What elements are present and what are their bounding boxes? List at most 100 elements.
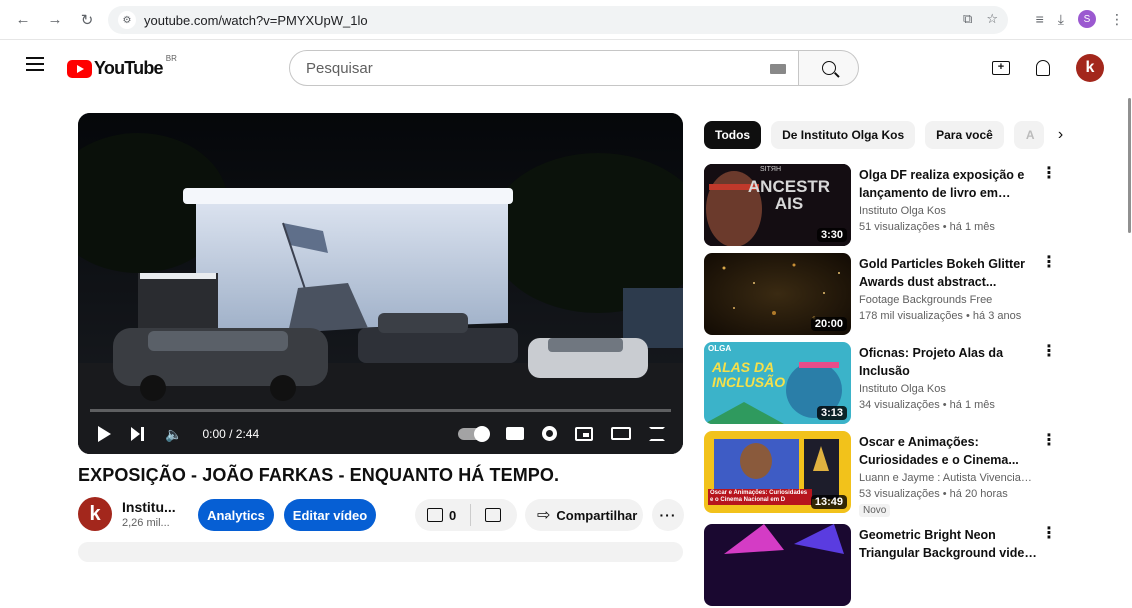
video-thumbnail[interactable]: 20:00 bbox=[704, 253, 851, 335]
theater-mode-icon[interactable] bbox=[611, 427, 631, 440]
channel-subscribers: 2,26 mil... bbox=[122, 517, 170, 529]
new-badge: Novo bbox=[859, 504, 891, 517]
browser-profile-avatar[interactable]: S bbox=[1078, 10, 1096, 28]
rec-channel[interactable]: Luann e Jayme : Autista Vivenciando... bbox=[859, 472, 1034, 484]
video-thumbnail[interactable]: SITЯH ANCESTRAIS 3:30 bbox=[704, 164, 851, 246]
more-actions-button[interactable]: ··· bbox=[652, 499, 684, 531]
rec-title[interactable]: Oficnas: Projeto Alas da Inclusão bbox=[859, 344, 1037, 380]
share-label: Compartilhar bbox=[556, 507, 638, 523]
play-icon bbox=[98, 426, 111, 442]
play-button[interactable] bbox=[98, 426, 111, 442]
video-thumbnail[interactable]: Oscar e Animações: Curiosidades e o Cine… bbox=[704, 431, 851, 513]
search-placeholder: Pesquisar bbox=[306, 59, 373, 77]
video-duration: 20:00 bbox=[810, 317, 847, 331]
youtube-play-icon bbox=[67, 59, 92, 78]
user-avatar[interactable]: k bbox=[1076, 54, 1104, 82]
time-display: 0:00 / 2:44 bbox=[202, 427, 260, 441]
search-input[interactable]: Pesquisar bbox=[289, 50, 799, 86]
rec-channel[interactable]: Instituto Olga Kos bbox=[859, 383, 1034, 395]
browser-toolbar: ← → ↻ ⚙ youtube.com/watch?v=PMYXUpW_1lo … bbox=[0, 0, 1132, 40]
address-bar[interactable]: ⚙ youtube.com/watch?v=PMYXUpW_1lo ⧉ ☆ bbox=[108, 6, 1008, 34]
thumb-text: ANCESTRAIS bbox=[747, 177, 831, 213]
rec-title[interactable]: Geometric Bright Neon Triangular Backgro… bbox=[859, 526, 1037, 562]
url-text: youtube.com/watch?v=PMYXUpW_1lo bbox=[144, 12, 368, 28]
video-owner: k Institu... 2,26 mil... bbox=[78, 497, 176, 531]
chip-de-instituto-olga-kos[interactable]: De Instituto Olga Kos bbox=[771, 121, 916, 149]
search-button[interactable] bbox=[799, 50, 859, 86]
rec-channel[interactable]: Footage Backgrounds Free bbox=[859, 294, 1034, 306]
channel-avatar[interactable]: k bbox=[78, 497, 112, 531]
dislike-icon[interactable] bbox=[485, 508, 502, 522]
volume-icon[interactable]: 🔈 bbox=[165, 426, 182, 443]
thumb-text: Oscar e Animações: Curiosidades e o Cine… bbox=[708, 489, 812, 505]
bookmark-star-icon[interactable]: ☆ bbox=[986, 11, 998, 27]
progress-bar[interactable] bbox=[90, 409, 671, 412]
menu-icon[interactable] bbox=[26, 57, 44, 71]
recommendation-item[interactable]: OLGA ALAS DA INCLUSÃO 3:13 Oficnas: Proj… bbox=[704, 342, 1094, 426]
chevron-right-icon[interactable]: › bbox=[1058, 126, 1063, 144]
forward-icon[interactable]: → bbox=[44, 9, 66, 31]
search-bar: Pesquisar bbox=[289, 50, 859, 86]
thumbnail-art bbox=[704, 524, 851, 606]
rec-meta: 51 visualizações • há 1 mês bbox=[859, 221, 995, 233]
video-thumbnail[interactable] bbox=[704, 524, 851, 606]
install-app-icon[interactable]: ⧉ bbox=[963, 11, 972, 27]
filter-chips: Todos De Instituto Olga Kos Para você A … bbox=[704, 121, 1063, 149]
browser-menu-icon[interactable]: ⋮ bbox=[1110, 11, 1124, 28]
rec-title[interactable]: Gold Particles Bokeh Glitter Awards dust… bbox=[859, 255, 1037, 291]
miniplayer-icon[interactable] bbox=[575, 426, 593, 441]
recommendation-item[interactable]: Oscar e Animações: Curiosidades e o Cine… bbox=[704, 431, 1094, 517]
video-thumbnail[interactable]: OLGA ALAS DA INCLUSÃO 3:13 bbox=[704, 342, 851, 424]
video-frame bbox=[78, 113, 683, 454]
download-icon[interactable]: ⤓ bbox=[1058, 11, 1064, 28]
search-icon bbox=[821, 61, 836, 75]
edit-video-button[interactable]: Editar vídeo bbox=[284, 499, 376, 531]
recommendation-item[interactable]: SITЯH ANCESTRAIS 3:30 Olga DF realiza ex… bbox=[704, 164, 1094, 248]
reading-list-icon[interactable]: ≡ bbox=[1036, 11, 1044, 27]
more-vert-icon[interactable]: ⋮ bbox=[1041, 526, 1057, 542]
description-box[interactable] bbox=[78, 542, 683, 562]
player-controls: 🔈 0:00 / 2:44 bbox=[78, 414, 683, 454]
scrollbar-thumb[interactable] bbox=[1128, 98, 1131, 233]
chip-para-voce[interactable]: Para você bbox=[925, 121, 1004, 149]
recommendation-item[interactable]: 20:00 Gold Particles Bokeh Glitter Award… bbox=[704, 253, 1094, 337]
site-settings-icon[interactable]: ⚙ bbox=[118, 11, 136, 29]
settings-gear-icon[interactable] bbox=[542, 426, 557, 441]
recommendation-item[interactable]: Geometric Bright Neon Triangular Backgro… bbox=[704, 524, 1094, 608]
back-icon[interactable]: ← bbox=[12, 9, 34, 31]
rec-meta: 178 mil visualizações • há 3 anos bbox=[859, 310, 1022, 322]
channel-name[interactable]: Institu... bbox=[122, 499, 176, 515]
analytics-button[interactable]: Analytics bbox=[198, 499, 274, 531]
video-duration: 13:49 bbox=[810, 495, 847, 509]
page-scrollbar[interactable] bbox=[1126, 40, 1132, 550]
like-icon[interactable] bbox=[427, 508, 443, 522]
notifications-bell-icon[interactable] bbox=[1036, 60, 1050, 76]
autoplay-toggle[interactable] bbox=[458, 425, 490, 442]
rec-title[interactable]: Olga DF realiza exposição e lançamento d… bbox=[859, 166, 1037, 202]
thumb-top-text: SITЯH bbox=[760, 166, 781, 173]
video-player[interactable]: 🔈 0:00 / 2:44 bbox=[78, 113, 683, 454]
chip-todos[interactable]: Todos bbox=[704, 121, 762, 149]
create-icon[interactable]: + bbox=[992, 61, 1010, 75]
fullscreen-icon[interactable] bbox=[649, 426, 665, 441]
share-button[interactable]: ⇨ Compartilhar bbox=[525, 499, 643, 531]
more-vert-icon[interactable]: ⋮ bbox=[1041, 166, 1057, 182]
keyboard-icon[interactable] bbox=[770, 64, 786, 74]
chip-partial[interactable]: A bbox=[1013, 121, 1044, 149]
reload-icon[interactable]: ↻ bbox=[76, 9, 98, 31]
video-duration: 3:13 bbox=[816, 406, 847, 420]
more-vert-icon[interactable]: ⋮ bbox=[1041, 344, 1057, 360]
rec-meta: 53 visualizações • há 20 horas bbox=[859, 488, 1008, 500]
thumb-text: ALAS DA INCLUSÃO bbox=[712, 359, 786, 390]
subtitles-icon[interactable] bbox=[506, 427, 524, 440]
divider bbox=[470, 504, 472, 526]
video-duration: 3:30 bbox=[816, 228, 847, 242]
rec-channel[interactable]: Instituto Olga Kos bbox=[859, 205, 1034, 217]
more-vert-icon[interactable]: ⋮ bbox=[1041, 433, 1057, 449]
rec-meta: 34 visualizações • há 1 mês bbox=[859, 399, 995, 411]
youtube-logo[interactable]: YouTube BR bbox=[67, 54, 177, 79]
next-button[interactable] bbox=[131, 426, 145, 442]
rec-title[interactable]: Oscar e Animações: Curiosidades e o Cine… bbox=[859, 433, 1037, 469]
more-vert-icon[interactable]: ⋮ bbox=[1041, 255, 1057, 271]
logo-wordmark: YouTube bbox=[94, 58, 164, 78]
